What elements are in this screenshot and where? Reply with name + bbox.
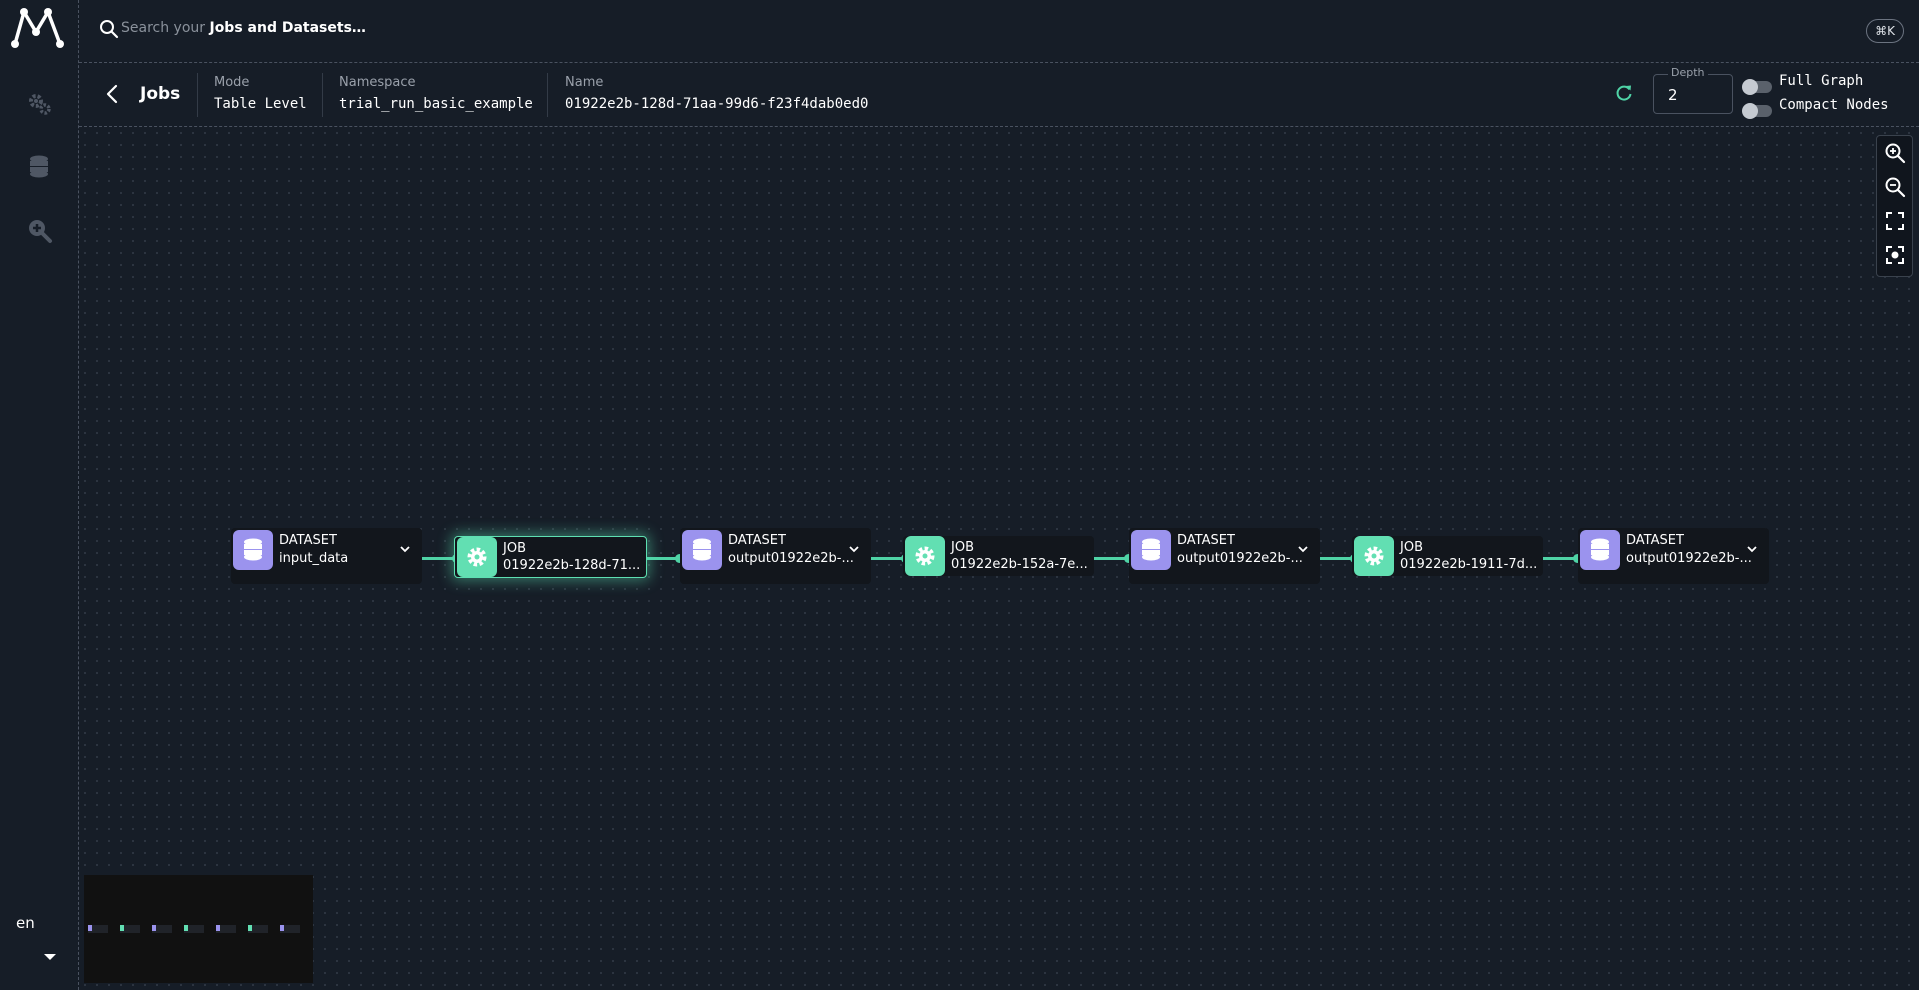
node-name-label: 01922e2b-152a-7e... xyxy=(951,557,1088,572)
depth-label: Depth xyxy=(1668,66,1708,79)
job-node[interactable]: JOB 01922e2b-152a-7e... xyxy=(903,536,1094,576)
gear-icon xyxy=(1354,536,1394,576)
search-placeholder-emphasis: Jobs and Datasets… xyxy=(209,20,366,36)
chevron-down-icon[interactable] xyxy=(400,545,410,553)
chevron-down-icon[interactable] xyxy=(44,954,56,960)
minimap-node xyxy=(152,925,172,933)
job-node[interactable]: JOB 01922e2b-128d-71... xyxy=(454,536,647,578)
lineage-edge xyxy=(422,557,456,560)
minimap-node xyxy=(280,925,300,933)
header-divider xyxy=(197,73,198,117)
node-name-label: 01922e2b-1911-7d... xyxy=(1400,557,1538,572)
gear-icon xyxy=(905,536,945,576)
header-divider xyxy=(547,73,548,117)
lineage-edge xyxy=(1094,557,1128,560)
node-type-label: JOB xyxy=(951,540,974,555)
gears-icon[interactable] xyxy=(25,90,53,118)
depth-value: 2 xyxy=(1668,86,1678,104)
node-name-label: output01922e2b-... xyxy=(1626,551,1752,566)
mode-value: Table Level xyxy=(214,96,307,112)
database-icon xyxy=(682,530,722,570)
node-type-label: JOB xyxy=(503,541,526,556)
search-zoom-icon[interactable] xyxy=(25,216,53,244)
node-name-label: 01922e2b-128d-71... xyxy=(503,558,641,573)
lineage-header: Jobs Mode Table Level Namespace trial_ru… xyxy=(79,63,1919,127)
node-type-label: DATASET xyxy=(1177,533,1235,548)
lineage-edge xyxy=(645,557,679,560)
chevron-down-icon[interactable] xyxy=(1747,545,1757,553)
zoom-out-icon[interactable] xyxy=(1884,176,1906,198)
sidebar: en xyxy=(0,0,79,990)
chevron-down-icon[interactable] xyxy=(849,545,859,553)
full-graph-label: Full Graph xyxy=(1779,73,1864,89)
node-type-label: DATASET xyxy=(279,533,337,548)
database-icon xyxy=(233,530,273,570)
minimap-node xyxy=(216,925,236,933)
database-icon xyxy=(1580,530,1620,570)
search-placeholder-prefix: Search your xyxy=(121,20,210,36)
marquez-logo-icon[interactable] xyxy=(10,4,68,50)
dataset-node[interactable]: DATASET input_data xyxy=(231,528,422,584)
search-input[interactable]: Search your Jobs and Datasets… xyxy=(121,20,366,36)
node-type-label: JOB xyxy=(1400,540,1423,555)
dataset-node[interactable]: DATASET output01922e2b-... xyxy=(1578,528,1769,584)
search-icon[interactable] xyxy=(99,19,119,39)
node-type-label: DATASET xyxy=(1626,533,1684,548)
database-icon[interactable] xyxy=(25,153,53,181)
center-focus-icon[interactable] xyxy=(1884,244,1906,266)
namespace-value: trial_run_basic_example xyxy=(339,96,533,112)
language-select[interactable]: en xyxy=(16,914,35,932)
lineage-edge xyxy=(1320,557,1354,560)
node-type-label: DATASET xyxy=(728,533,786,548)
mode-label: Mode xyxy=(214,75,250,90)
chevron-down-icon[interactable] xyxy=(1298,545,1308,553)
zoom-in-icon[interactable] xyxy=(1884,142,1906,164)
back-button[interactable] xyxy=(103,83,121,105)
node-name-label: output01922e2b-... xyxy=(728,551,854,566)
name-label: Name xyxy=(565,75,604,90)
namespace-label: Namespace xyxy=(339,75,416,90)
compact-nodes-toggle[interactable] xyxy=(1742,103,1772,119)
dataset-node[interactable]: DATASET output01922e2b-... xyxy=(1129,528,1320,584)
node-name-label: output01922e2b-... xyxy=(1177,551,1303,566)
dataset-node[interactable]: DATASET output01922e2b-... xyxy=(680,528,871,584)
minimap-node xyxy=(184,925,204,933)
fit-view-icon[interactable] xyxy=(1884,210,1906,232)
zoom-controls xyxy=(1876,135,1913,277)
database-icon xyxy=(1131,530,1171,570)
minimap-node xyxy=(88,925,108,933)
refresh-icon[interactable] xyxy=(1614,83,1634,103)
top-search-bar: Search your Jobs and Datasets… ⌘K xyxy=(79,0,1919,63)
minimap-node xyxy=(120,925,140,933)
lineage-edge xyxy=(871,557,905,560)
name-value: 01922e2b-128d-71aa-99d6-f23f4dab0ed0 xyxy=(565,96,869,112)
minimap-node xyxy=(248,925,268,933)
compact-nodes-label: Compact Nodes xyxy=(1779,97,1889,113)
node-name-label: input_data xyxy=(279,551,349,566)
job-node[interactable]: JOB 01922e2b-1911-7d... xyxy=(1352,536,1543,576)
gear-icon xyxy=(457,537,497,577)
full-graph-toggle[interactable] xyxy=(1742,79,1772,95)
lineage-edge xyxy=(1543,557,1577,560)
depth-input[interactable]: Depth 2 xyxy=(1653,66,1733,114)
minimap[interactable] xyxy=(84,875,313,983)
page-title: Jobs xyxy=(140,84,181,104)
keyboard-shortcut-badge[interactable]: ⌘K xyxy=(1866,19,1904,43)
header-divider xyxy=(322,73,323,117)
